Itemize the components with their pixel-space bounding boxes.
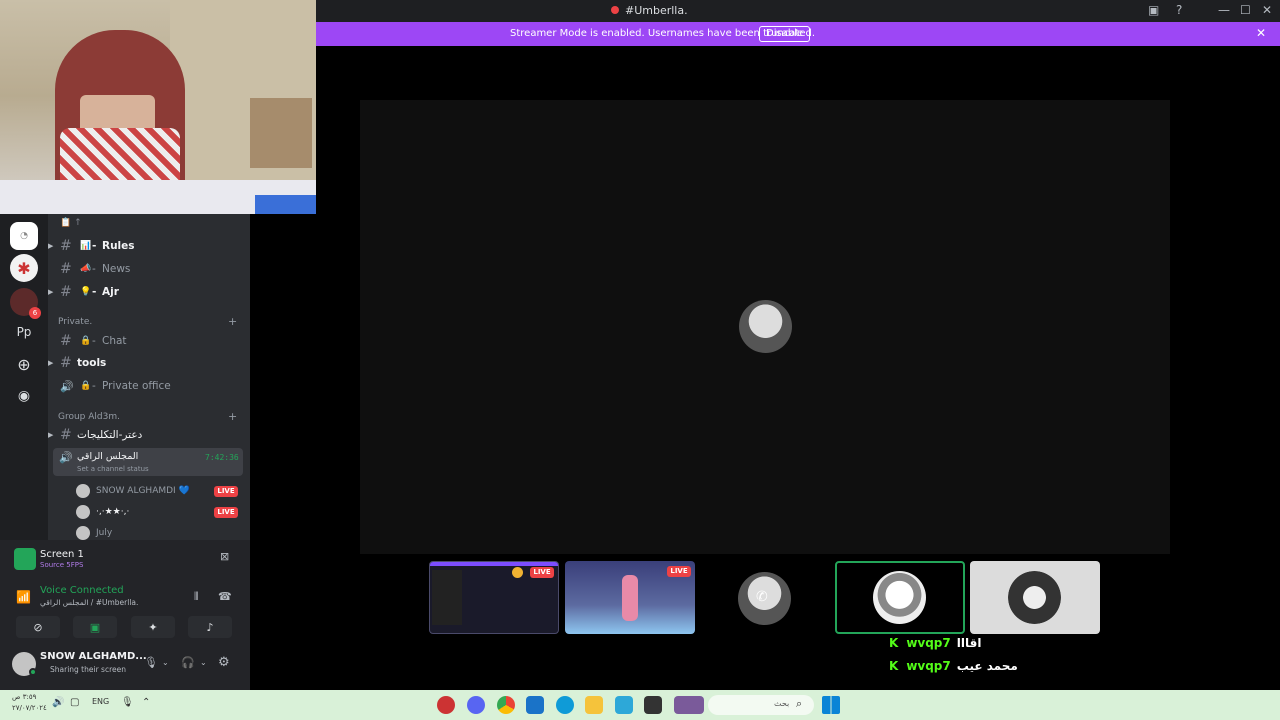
stop-stream-icon[interactable]: ⊠ — [220, 550, 229, 563]
phone-icon: ✆ — [756, 589, 768, 605]
screen-share-icon — [14, 548, 36, 570]
chevron-down-icon[interactable]: ⌄ — [162, 658, 169, 667]
voice-channel-name: المجلس الراقي — [77, 451, 139, 462]
streamer-mode-banner: Streamer Mode is enabled. Usernames have… — [316, 22, 1280, 46]
minimize-button[interactable]: — — [1218, 3, 1230, 17]
store-icon[interactable] — [526, 696, 544, 714]
channel-list: 📋 ↑ ▶ # 📊 - Rules # 📣 - News ▶ # 💡 - Ajr Priv… — [48, 214, 250, 540]
edge-icon[interactable] — [556, 696, 574, 714]
tile-screen-share[interactable]: LIVE — [429, 561, 559, 634]
discord-taskbar-icon[interactable] — [467, 696, 485, 714]
disable-button[interactable]: Disable — [759, 26, 811, 42]
webcam-overlay — [0, 0, 316, 214]
channel-private-office[interactable]: 🔊 🔒 - Private office — [48, 375, 250, 397]
tile-voice-user[interactable]: ✆ — [700, 561, 830, 634]
tile-user[interactable] — [970, 561, 1100, 634]
disconnect-icon[interactable]: ☎ — [218, 590, 232, 603]
warning-icon — [512, 567, 523, 578]
voice-user[interactable]: ·,·★★·,· — [76, 503, 129, 521]
channel-rules[interactable]: ▶ # 📊 - Rules — [48, 235, 250, 257]
clock-date[interactable]: ٢٧/٠٧/٢٠٢٤ — [12, 704, 47, 712]
app-icon[interactable] — [437, 696, 455, 714]
network-icon[interactable]: ▢ — [70, 697, 79, 708]
status-dot — [29, 668, 37, 676]
focused-user-avatar — [739, 300, 792, 353]
camera-button[interactable]: ⊘ — [16, 616, 60, 638]
connection-icon[interactable]: 📶 — [16, 590, 31, 604]
widgets-icon[interactable] — [674, 696, 704, 714]
gear-icon[interactable]: ⚙ — [218, 655, 230, 670]
window-title: #Umberlla. — [625, 4, 688, 17]
channel-ajr[interactable]: ▶ # 💡 - Ajr — [48, 281, 250, 303]
language-indicator[interactable]: ENG — [92, 697, 109, 706]
category-private[interactable]: Private. — [58, 317, 92, 327]
user-status: Sharing their screen — [50, 665, 126, 674]
kick-icon: K — [889, 659, 899, 673]
username[interactable]: SNOW ALGHAMD... — [40, 651, 147, 662]
voice-user[interactable]: SNOW ALGHAMDI 💙 — [76, 482, 190, 500]
voice-connected-label[interactable]: Voice Connected — [40, 585, 124, 596]
live-badge: LIVE — [214, 486, 238, 497]
banner-close-icon[interactable]: ✕ — [1256, 26, 1266, 40]
chat-line: K wvqp7 اقااا — [889, 636, 982, 650]
close-button[interactable]: ✕ — [1262, 3, 1272, 17]
taskbar: ٣:٥٩ ص ٢٧/٠٧/٢٠٢٤ 🔊 ▢ ENG 🎙 ⌃ بحث ⌕ — [0, 690, 1280, 720]
screen-share-button[interactable]: ▣ — [73, 616, 117, 638]
channel-tools[interactable]: ▶ # tools — [48, 352, 250, 374]
chevron-up-icon[interactable]: ⌃ — [142, 697, 150, 708]
add-server-icon[interactable]: ⊕ — [10, 350, 38, 378]
search-placeholder: بحث — [774, 699, 790, 708]
app-icon[interactable] — [644, 696, 662, 714]
channel-text-arabic[interactable]: ▶ # دعتر-التكليجات — [48, 424, 250, 446]
mention-badge: 6 — [29, 307, 41, 319]
noise-suppression-icon[interactable]: ⫴ — [194, 590, 199, 604]
screen-title: Screen 1 — [40, 549, 84, 560]
speaker-icon: 🔊 — [59, 451, 73, 464]
maximize-button[interactable]: ☐ — [1240, 3, 1251, 17]
server-icon[interactable]: 6 — [10, 288, 41, 319]
chat-line: K wvqp7 محمد عيب — [889, 659, 1018, 673]
server-pp[interactable]: Pp — [10, 318, 38, 346]
channel-news[interactable]: # 📣 - News — [48, 258, 250, 280]
search-icon: ⌕ — [796, 697, 803, 710]
activities-button[interactable]: ✦ — [131, 616, 175, 638]
microphone-icon[interactable]: 🎙 — [144, 656, 158, 669]
help-icon[interactable]: ? — [1176, 3, 1182, 17]
chrome-icon[interactable] — [497, 696, 515, 714]
file-explorer-icon[interactable] — [585, 696, 603, 714]
mic-tray-icon[interactable]: 🎙 — [121, 697, 134, 708]
chevron-down-icon[interactable]: ⌄ — [200, 658, 207, 667]
tile-game-stream[interactable]: LIVE — [565, 561, 695, 634]
title-bar: #Umberlla. ▣ ? — ☐ ✕ — [316, 0, 1280, 22]
headphones-icon[interactable]: 🎧 — [181, 656, 195, 669]
screen-source: Source 5FPS — [40, 561, 84, 569]
category-group[interactable]: Group Ald3m. — [58, 412, 120, 422]
channel-chat[interactable]: # 🔒 - Chat — [48, 330, 250, 352]
user-panel: Screen 1 Source 5FPS ⊠ 📶 Voice Connected… — [0, 540, 250, 690]
discover-icon[interactable]: ◉ — [10, 382, 38, 410]
kick-icon: K — [889, 636, 899, 650]
soundboard-button[interactable]: ♪ — [188, 616, 232, 638]
channel-list-top-icons: 📋 ↑ — [60, 218, 82, 228]
clock-time[interactable]: ٣:٥٩ ص — [12, 693, 36, 701]
tile-speaking-user[interactable] — [835, 561, 965, 634]
voice-location: المجلس الراقي / #Umberlla. — [40, 598, 139, 607]
dm-home-icon[interactable]: ◔ — [10, 222, 38, 250]
inbox-icon[interactable]: ▣ — [1148, 3, 1159, 17]
volume-icon[interactable]: 🔊 — [52, 697, 64, 708]
windows-start-icon[interactable] — [822, 696, 840, 714]
add-channel-icon[interactable]: + — [228, 315, 237, 328]
add-channel-icon-2[interactable]: + — [228, 410, 237, 423]
server-umbrella-icon[interactable]: ✱ — [10, 254, 38, 282]
live-badge: LIVE — [530, 567, 554, 578]
app-icon[interactable] — [615, 696, 633, 714]
search-box[interactable]: بحث ⌕ — [708, 695, 814, 715]
voice-timer: 7:42:36 — [205, 453, 239, 462]
live-badge: LIVE — [667, 566, 691, 577]
voice-channel-active[interactable]: 🔊 المجلس الراقي 7:42:36 Set a channel st… — [53, 448, 243, 476]
channel-icon — [611, 6, 619, 14]
channel-status[interactable]: Set a channel status — [77, 465, 149, 473]
live-badge: LIVE — [214, 507, 238, 518]
